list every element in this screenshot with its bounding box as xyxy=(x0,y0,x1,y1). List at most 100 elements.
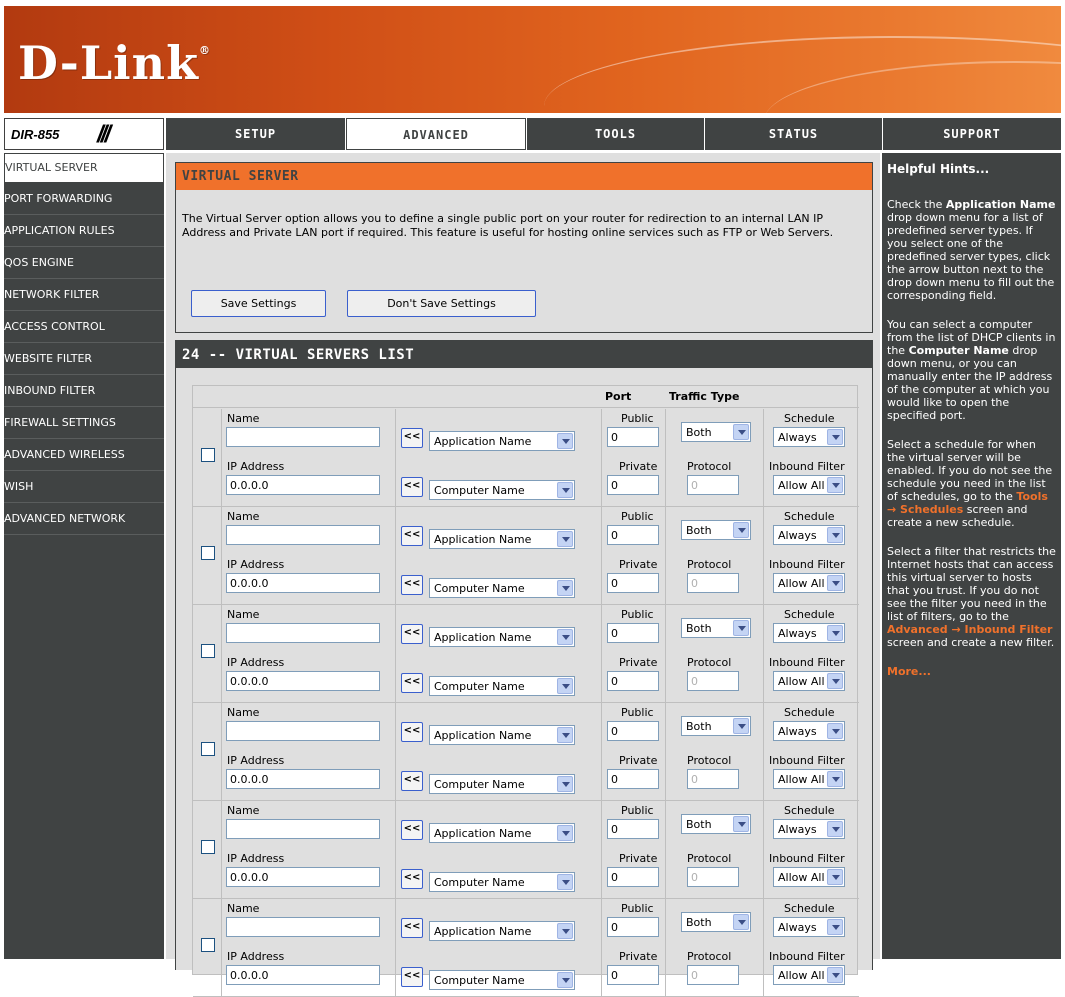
sidebar-item-virtual-server[interactable]: VIRTUAL SERVER xyxy=(4,153,164,183)
row-checkbox[interactable] xyxy=(201,742,215,756)
public-port-input[interactable]: 0 xyxy=(607,917,659,937)
application-name-select[interactable]: Application Name xyxy=(429,627,575,647)
traffic-type-select[interactable]: Both xyxy=(681,814,751,834)
fill-computer-button[interactable]: << xyxy=(401,869,423,889)
private-port-input[interactable]: 0 xyxy=(607,867,659,887)
tab-advanced[interactable]: ADVANCED xyxy=(346,118,526,150)
traffic-type-select[interactable]: Both xyxy=(681,716,751,736)
chevron-down-icon xyxy=(733,816,749,832)
fill-application-button[interactable]: << xyxy=(401,722,423,742)
traffic-type-select[interactable]: Both xyxy=(681,912,751,932)
ip-address-input[interactable]: 0.0.0.0 xyxy=(226,573,380,593)
application-name-select[interactable]: Application Name xyxy=(429,921,575,941)
public-port-input[interactable]: 0 xyxy=(607,819,659,839)
sidebar-item-port-forwarding[interactable]: PORT FORWARDING xyxy=(4,185,164,215)
name-input[interactable] xyxy=(226,623,380,643)
public-port-input[interactable]: 0 xyxy=(607,721,659,741)
computer-name-select[interactable]: Computer Name xyxy=(429,970,575,990)
ip-address-input[interactable]: 0.0.0.0 xyxy=(226,965,380,985)
more-link[interactable]: More... xyxy=(887,665,1056,678)
name-input[interactable] xyxy=(226,819,380,839)
public-port-input[interactable]: 0 xyxy=(607,525,659,545)
application-name-value: Application Name xyxy=(434,435,532,448)
row-checkbox[interactable] xyxy=(201,448,215,462)
public-port-input[interactable]: 0 xyxy=(607,623,659,643)
traffic-type-value: Both xyxy=(686,622,712,635)
tab-status[interactable]: STATUS xyxy=(704,118,882,150)
computer-name-select[interactable]: Computer Name xyxy=(429,774,575,794)
chevron-down-icon xyxy=(557,825,573,841)
ip-address-input[interactable]: 0.0.0.0 xyxy=(226,867,380,887)
table-row: Name IP Address 0.0.0.0 << Application N… xyxy=(193,507,859,605)
sidebar-item-wish[interactable]: WISH xyxy=(4,473,164,503)
name-input[interactable] xyxy=(226,917,380,937)
ip-address-input[interactable]: 0.0.0.0 xyxy=(226,671,380,691)
application-name-select[interactable]: Application Name xyxy=(429,725,575,745)
traffic-type-select[interactable]: Both xyxy=(681,422,751,442)
schedule-select[interactable]: Always xyxy=(773,917,845,937)
fill-computer-button[interactable]: << xyxy=(401,477,423,497)
fill-application-button[interactable]: << xyxy=(401,428,423,448)
row-checkbox[interactable] xyxy=(201,546,215,560)
computer-name-select[interactable]: Computer Name xyxy=(429,676,575,696)
name-input[interactable] xyxy=(226,525,380,545)
tab-setup[interactable]: SETUP xyxy=(165,118,345,150)
sidebar-item-advanced-network[interactable]: ADVANCED NETWORK xyxy=(4,505,164,535)
private-port-input[interactable]: 0 xyxy=(607,671,659,691)
tab-support[interactable]: SUPPORT xyxy=(882,118,1061,150)
sidebar-item-advanced-wireless[interactable]: ADVANCED WIRELESS xyxy=(4,441,164,471)
computer-name-select[interactable]: Computer Name xyxy=(429,480,575,500)
traffic-type-select[interactable]: Both xyxy=(681,618,751,638)
name-input[interactable] xyxy=(226,721,380,741)
private-port-input[interactable]: 0 xyxy=(607,475,659,495)
inbound-filter-select[interactable]: Allow All xyxy=(773,573,845,593)
fill-application-button[interactable]: << xyxy=(401,918,423,938)
row-checkbox[interactable] xyxy=(201,644,215,658)
fill-computer-button[interactable]: << xyxy=(401,575,423,595)
row-checkbox[interactable] xyxy=(201,840,215,854)
fill-computer-button[interactable]: << xyxy=(401,771,423,791)
schedule-select[interactable]: Always xyxy=(773,819,845,839)
row-checkbox[interactable] xyxy=(201,938,215,952)
private-port-label: Private xyxy=(619,460,658,473)
sidebar-item-qos-engine[interactable]: QOS ENGINE xyxy=(4,249,164,279)
inbound-filter-select[interactable]: Allow All xyxy=(773,965,845,985)
servers-list-box: 24 -- VIRTUAL SERVERS LIST Port Traffic … xyxy=(175,340,873,997)
dont-save-settings-button[interactable]: Don't Save Settings xyxy=(347,290,536,317)
save-settings-button[interactable]: Save Settings xyxy=(191,290,326,317)
ip-address-input[interactable]: 0.0.0.0 xyxy=(226,475,380,495)
public-port-input[interactable]: 0 xyxy=(607,427,659,447)
computer-name-select[interactable]: Computer Name xyxy=(429,578,575,598)
application-name-select[interactable]: Application Name xyxy=(429,431,575,451)
sidebar-item-inbound-filter[interactable]: INBOUND FILTER xyxy=(4,377,164,407)
schedule-select[interactable]: Always xyxy=(773,525,845,545)
tab-tools[interactable]: TOOLS xyxy=(526,118,704,150)
inbound-filter-select[interactable]: Allow All xyxy=(773,475,845,495)
sidebar-item-network-filter[interactable]: NETWORK FILTER xyxy=(4,281,164,311)
private-port-input[interactable]: 0 xyxy=(607,769,659,789)
schedule-select[interactable]: Always xyxy=(773,623,845,643)
inbound-filter-select[interactable]: Allow All xyxy=(773,671,845,691)
fill-application-button[interactable]: << xyxy=(401,624,423,644)
private-port-input[interactable]: 0 xyxy=(607,573,659,593)
fill-application-button[interactable]: << xyxy=(401,820,423,840)
fill-application-button[interactable]: << xyxy=(401,526,423,546)
fill-computer-button[interactable]: << xyxy=(401,967,423,987)
fill-computer-button[interactable]: << xyxy=(401,673,423,693)
sidebar-item-application-rules[interactable]: APPLICATION RULES xyxy=(4,217,164,247)
computer-name-select[interactable]: Computer Name xyxy=(429,872,575,892)
ip-address-input[interactable]: 0.0.0.0 xyxy=(226,769,380,789)
traffic-type-select[interactable]: Both xyxy=(681,520,751,540)
name-input[interactable] xyxy=(226,427,380,447)
computer-name-value: Computer Name xyxy=(434,974,525,987)
schedule-select[interactable]: Always xyxy=(773,427,845,447)
application-name-select[interactable]: Application Name xyxy=(429,529,575,549)
sidebar-item-access-control[interactable]: ACCESS CONTROL xyxy=(4,313,164,343)
application-name-select[interactable]: Application Name xyxy=(429,823,575,843)
private-port-input[interactable]: 0 xyxy=(607,965,659,985)
sidebar-item-website-filter[interactable]: WEBSITE FILTER xyxy=(4,345,164,375)
inbound-filter-select[interactable]: Allow All xyxy=(773,769,845,789)
sidebar-item-firewall-settings[interactable]: FIREWALL SETTINGS xyxy=(4,409,164,439)
schedule-select[interactable]: Always xyxy=(773,721,845,741)
inbound-filter-select[interactable]: Allow All xyxy=(773,867,845,887)
